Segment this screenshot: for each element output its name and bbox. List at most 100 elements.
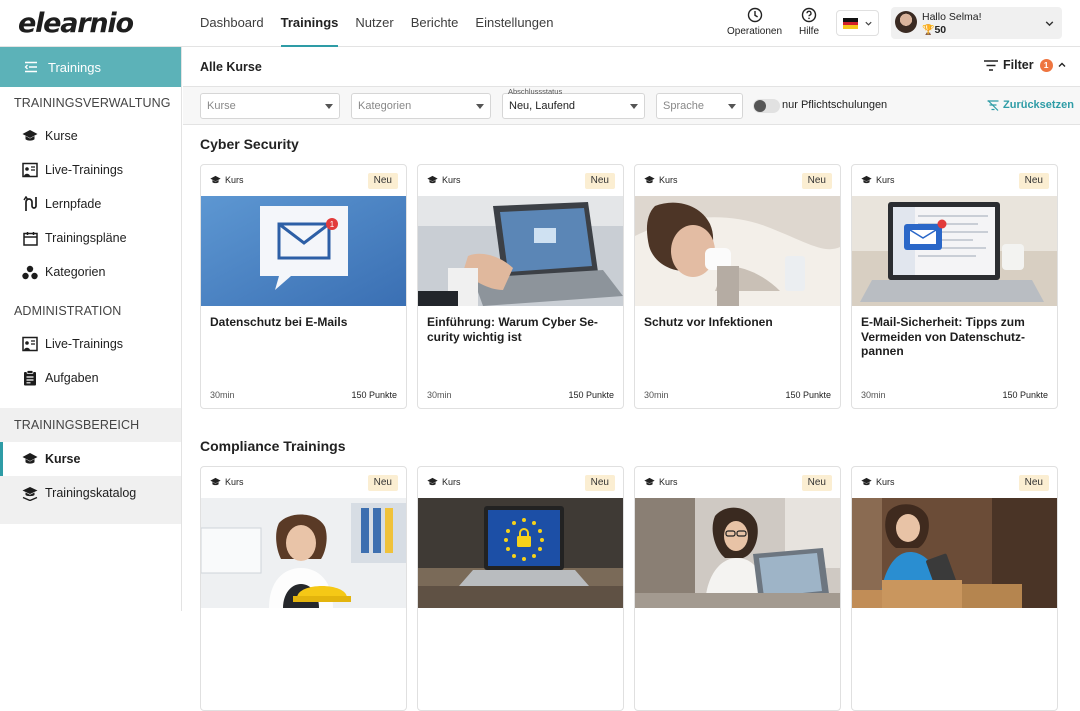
help-button[interactable]: Hilfe [799,7,819,37]
clipboard-icon [22,370,38,386]
new-badge: Neu [1018,475,1049,491]
caret-down-icon [728,104,736,109]
nav-dashboard[interactable]: Dashboard [200,0,264,47]
section-title-administration: ADMINISTRATION [14,304,122,318]
pflichtschulungen-toggle[interactable] [753,99,780,113]
sidebar-item-label: Live-Trainings [45,163,124,177]
sidebar-header-label: Trainings [48,59,101,75]
course-card[interactable]: Kurs Neu [634,466,841,711]
sidebar-item-lernpfade[interactable]: Lernpfade [0,187,181,221]
main-nav: Dashboard Trainings Nutzer Berichte Eins… [200,0,570,48]
card-type-label: Kurs [876,175,895,185]
sprache-select-placeholder: Sprache [663,100,704,112]
filter-label: Filter [1003,58,1034,72]
sidebar-header[interactable]: Trainings [0,47,181,87]
course-card[interactable]: Kurs Neu [851,466,1058,711]
top-navigation-bar: elearnio Dashboard Trainings Nutzer Beri… [0,0,1080,48]
sidebar-item-label: Trainingspläne [45,231,127,245]
card-type: Kurs [427,175,461,185]
card-type: Kurs [210,477,244,487]
course-card[interactable]: Kurs Neu Einführung: Warum Cyber Se-curi… [417,164,624,409]
clear-filter-icon [987,99,999,111]
card-type-label: Kurs [225,175,244,185]
catalog-icon [22,485,38,501]
course-thumbnail-laptop [418,196,623,306]
kategorien-select[interactable]: Kategorien [351,93,491,119]
sidebar-item-kurse[interactable]: Kurse [0,119,181,153]
card-type: Kurs [644,175,678,185]
graduation-cap-icon [22,451,38,467]
sidebar-item-trainingskatalog[interactable]: Trainingskatalog [0,476,181,510]
caret-down-icon [630,104,638,109]
section-title-trainingsverwaltung: TRAININGSVERWALTUNG [14,96,171,110]
graduation-cap-icon [427,477,438,486]
course-thumbnail-email: 1 [201,196,406,306]
course-card[interactable]: Kurs Neu [417,466,624,711]
sidebar-item-admin-live-trainings[interactable]: Live-Trainings [0,327,181,361]
course-thumbnail-eu-lock [418,498,623,608]
user-menu[interactable]: Hallo Selma! 🏆50 [891,7,1062,39]
graduation-cap-icon [861,175,872,184]
german-flag-icon [843,18,858,30]
collapse-menu-icon [24,61,37,73]
sidebar-item-trainingsplaene[interactable]: Trainingspläne [0,221,181,255]
kategorien-select-placeholder: Kategorien [358,100,412,112]
page-title: Alle Kurse [200,60,262,74]
new-badge: Neu [801,173,832,189]
course-card[interactable]: Kurs Neu 1 Datenschutz bei E-Mails 30min… [200,164,407,409]
user-points-value: 50 [934,24,947,36]
operations-label: Operationen [727,26,783,37]
user-greeting: Hallo Selma! [922,11,982,23]
nav-berichte[interactable]: Berichte [411,0,459,47]
abschlussstatus-label: Abschlussstatus [508,87,563,96]
filter-toggle-button[interactable]: Filter 1 [984,58,1067,72]
card-type: Kurs [644,477,678,487]
operations-button[interactable]: Operationen [727,7,782,37]
path-icon [22,196,38,212]
card-type: Kurs [861,477,895,487]
abschlussstatus-select[interactable]: Abschlussstatus Neu, Laufend [502,87,645,119]
course-card[interactable]: Kurs Neu E-Mail-Sicherheit: Tipps zum Ve… [851,164,1058,409]
card-type: Kurs [427,477,461,487]
new-badge: Neu [801,475,832,491]
elearnio-logo[interactable]: elearnio [18,8,134,39]
kurse-select-placeholder: Kurse [207,100,236,112]
sidebar-item-label: Lernpfade [45,197,102,211]
sidebar-item-label: Live-Trainings [45,337,124,351]
help-icon [801,7,817,23]
caret-down-icon [325,104,333,109]
kurse-select[interactable]: Kurse [200,93,340,119]
nav-trainings[interactable]: Trainings [280,0,338,48]
course-thumbnail-email-desk [852,196,1057,306]
section-title-cyber-security: Cyber Security [200,136,299,152]
nav-einstellungen[interactable]: Einstellungen [475,0,553,47]
course-title: Schutz vor Infektionen [644,315,773,329]
card-type: Kurs [861,175,895,185]
caret-down-icon [476,104,484,109]
sidebar-item-kurse-active[interactable]: Kurse [0,442,181,476]
language-selector[interactable] [836,10,879,36]
chevron-up-icon [1058,62,1066,67]
sprache-select[interactable]: Sprache [656,93,743,119]
course-card[interactable]: Kurs Neu [200,466,407,711]
graduation-cap-icon [427,175,438,184]
card-type-label: Kurs [442,477,461,487]
graduation-cap-icon [861,477,872,486]
graduation-cap-icon [644,477,655,486]
course-title: Datenschutz bei E-Mails [210,315,348,329]
sidebar-item-label: Aufgaben [45,371,99,385]
graduation-cap-icon [210,175,221,184]
trophy-icon: 🏆 [922,25,935,36]
course-points: 150 Punkte [1002,390,1048,400]
sidebar-item-aufgaben[interactable]: Aufgaben [0,361,181,395]
sidebar-item-live-trainings[interactable]: Live-Trainings [0,153,181,187]
presentation-icon [22,336,38,352]
course-thumbnail-hardhat [201,498,406,608]
sidebar-item-kategorien[interactable]: Kategorien [0,255,181,289]
nav-nutzer[interactable]: Nutzer [355,0,393,47]
svg-text:1: 1 [330,220,335,229]
course-card[interactable]: Kurs Neu Schutz vor Infektionen 30min 15… [634,164,841,409]
graduation-cap-icon [22,128,38,144]
reset-filters-button[interactable]: Zurücksetzen [987,99,1074,111]
reset-filters-label: Zurücksetzen [1003,99,1074,111]
